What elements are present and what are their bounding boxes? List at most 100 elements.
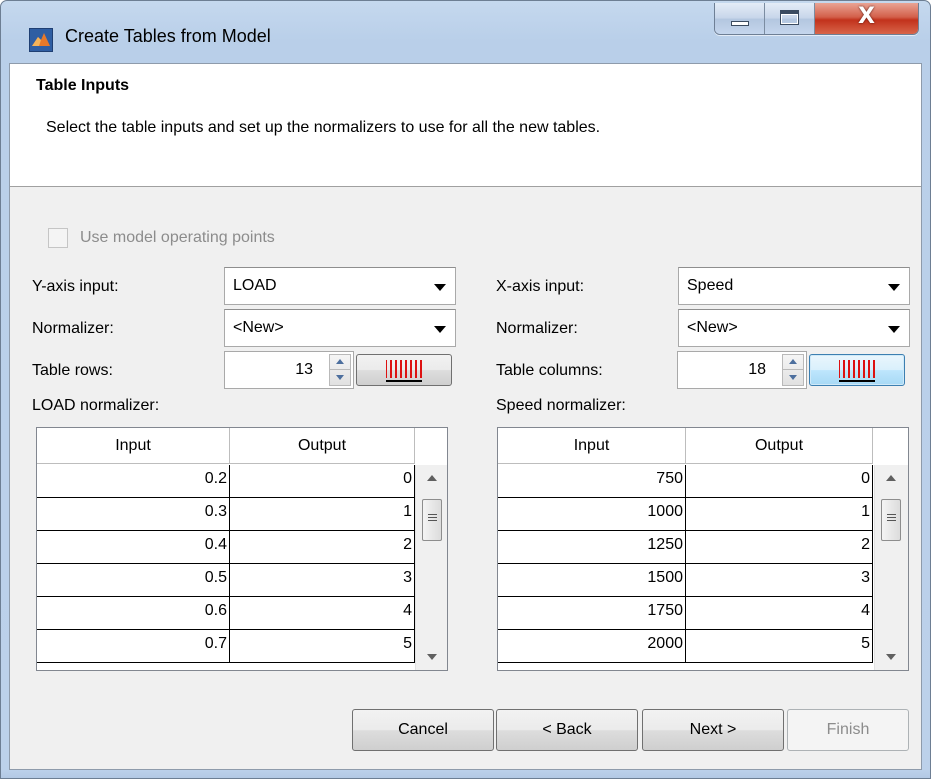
back-button[interactable]: < Back: [496, 709, 638, 751]
maximize-icon: [780, 10, 799, 25]
scroll-up-arrow-icon[interactable]: [886, 475, 896, 481]
table-row[interactable]: 1250 2: [498, 531, 873, 564]
table-rows-spinner[interactable]: 13: [224, 351, 354, 389]
column-breakpoints-button[interactable]: [809, 354, 905, 386]
vertical-scrollbar[interactable]: [415, 465, 447, 670]
table-row[interactable]: 0.7 5: [37, 630, 415, 663]
x-axis-input-label: X-axis input:: [496, 278, 585, 295]
chevron-down-icon: [888, 284, 900, 291]
vertical-scrollbar[interactable]: [874, 465, 908, 670]
cell-input[interactable]: 0.4: [37, 531, 230, 564]
x-normalizer-label: Normalizer:: [496, 320, 578, 337]
table-row[interactable]: 1500 3: [498, 564, 873, 597]
y-normalizer-value: <New>: [233, 319, 284, 336]
cell-output[interactable]: 4: [230, 597, 415, 630]
window-title: Create Tables from Model: [65, 26, 271, 46]
caption-buttons: X: [714, 3, 919, 35]
x-axis-input-dropdown[interactable]: Speed: [678, 267, 910, 305]
x-normalizer-value: <New>: [687, 319, 738, 336]
x-axis-input-value: Speed: [687, 277, 734, 294]
y-axis-input-value: LOAD: [233, 277, 277, 294]
dialog-window: Create Tables from Model X Table Inputs …: [0, 0, 931, 779]
cell-output[interactable]: 0: [686, 465, 873, 498]
cell-output[interactable]: 3: [230, 564, 415, 597]
increment-arrow-icon[interactable]: [783, 355, 803, 370]
x-normalizer-dropdown[interactable]: <New>: [678, 309, 910, 347]
table-header: Input Output: [498, 428, 873, 464]
decrement-arrow-icon[interactable]: [783, 370, 803, 385]
table-row[interactable]: 0.3 1: [37, 498, 415, 531]
maximize-button[interactable]: [765, 3, 815, 34]
column-header-output[interactable]: Output: [230, 428, 415, 464]
cell-output[interactable]: 4: [686, 597, 873, 630]
y-axis-input-label: Y-axis input:: [32, 278, 119, 295]
close-icon: X: [858, 4, 875, 29]
table-columns-label: Table columns:: [496, 362, 603, 379]
cell-output[interactable]: 0: [230, 465, 415, 498]
table-row[interactable]: 1000 1: [498, 498, 873, 531]
cell-input[interactable]: 1500: [498, 564, 686, 597]
breakpoint-spacing-icon: [839, 360, 875, 382]
dialog-body: Table Inputs Select the table inputs and…: [9, 63, 922, 770]
close-button[interactable]: X: [815, 3, 918, 34]
table-rows-stepper: [329, 354, 351, 386]
column-header-input[interactable]: Input: [37, 428, 230, 464]
table-row[interactable]: 0.4 2: [37, 531, 415, 564]
window-bottom-border: [1, 770, 930, 778]
y-axis-input-dropdown[interactable]: LOAD: [224, 267, 456, 305]
step-description: Select the table inputs and set up the n…: [46, 119, 601, 136]
cell-output[interactable]: 2: [686, 531, 873, 564]
load-normalizer-table: Input Output 0.2 0 0.3 1 0.4 2 0.5 3 0.6…: [36, 427, 448, 671]
y-normalizer-dropdown[interactable]: <New>: [224, 309, 456, 347]
table-body: 750 0 1000 1 1250 2 1500 3 1750 4 2000 5: [498, 465, 873, 663]
table-row[interactable]: 0.6 4: [37, 597, 415, 630]
use-operating-points-row: Use model operating points: [48, 228, 275, 248]
cell-input[interactable]: 0.7: [37, 630, 230, 663]
table-columns-value: 18: [748, 361, 766, 378]
cell-output[interactable]: 1: [686, 498, 873, 531]
column-header-output[interactable]: Output: [686, 428, 873, 464]
decrement-arrow-icon[interactable]: [330, 370, 350, 385]
finish-button[interactable]: Finish: [787, 709, 909, 751]
scroll-thumb[interactable]: [422, 499, 442, 541]
cell-input[interactable]: 0.5: [37, 564, 230, 597]
y-normalizer-label: Normalizer:: [32, 320, 114, 337]
cell-input[interactable]: 0.3: [37, 498, 230, 531]
cell-input[interactable]: 1000: [498, 498, 686, 531]
minimize-button[interactable]: [715, 3, 765, 34]
cell-output[interactable]: 5: [686, 630, 873, 663]
chevron-down-icon: [888, 326, 900, 333]
cell-output[interactable]: 5: [230, 630, 415, 663]
matlab-icon: [29, 28, 53, 52]
chevron-down-icon: [434, 284, 446, 291]
cell-input[interactable]: 2000: [498, 630, 686, 663]
table-row[interactable]: 750 0: [498, 465, 873, 498]
cell-input[interactable]: 1750: [498, 597, 686, 630]
scroll-down-arrow-icon[interactable]: [886, 654, 896, 660]
table-rows-label: Table rows:: [32, 362, 113, 379]
column-header-input[interactable]: Input: [498, 428, 686, 464]
scroll-thumb[interactable]: [881, 499, 901, 541]
cell-input[interactable]: 0.6: [37, 597, 230, 630]
cell-input[interactable]: 750: [498, 465, 686, 498]
cell-input[interactable]: 1250: [498, 531, 686, 564]
table-row[interactable]: 1750 4: [498, 597, 873, 630]
cell-output[interactable]: 1: [230, 498, 415, 531]
breakpoint-spacing-icon: [386, 360, 422, 382]
cell-output[interactable]: 3: [686, 564, 873, 597]
table-row[interactable]: 0.2 0: [37, 465, 415, 498]
table-columns-spinner[interactable]: 18: [677, 351, 807, 389]
scroll-up-arrow-icon[interactable]: [427, 475, 437, 481]
scroll-down-arrow-icon[interactable]: [427, 654, 437, 660]
chevron-down-icon: [434, 326, 446, 333]
cell-input[interactable]: 0.2: [37, 465, 230, 498]
row-breakpoints-button[interactable]: [356, 354, 452, 386]
table-row[interactable]: 0.5 3: [37, 564, 415, 597]
next-button[interactable]: Next >: [642, 709, 784, 751]
table-row[interactable]: 2000 5: [498, 630, 873, 663]
use-operating-points-checkbox[interactable]: [48, 228, 68, 248]
increment-arrow-icon[interactable]: [330, 355, 350, 370]
title-bar[interactable]: Create Tables from Model X: [1, 1, 930, 63]
cell-output[interactable]: 2: [230, 531, 415, 564]
cancel-button[interactable]: Cancel: [352, 709, 494, 751]
